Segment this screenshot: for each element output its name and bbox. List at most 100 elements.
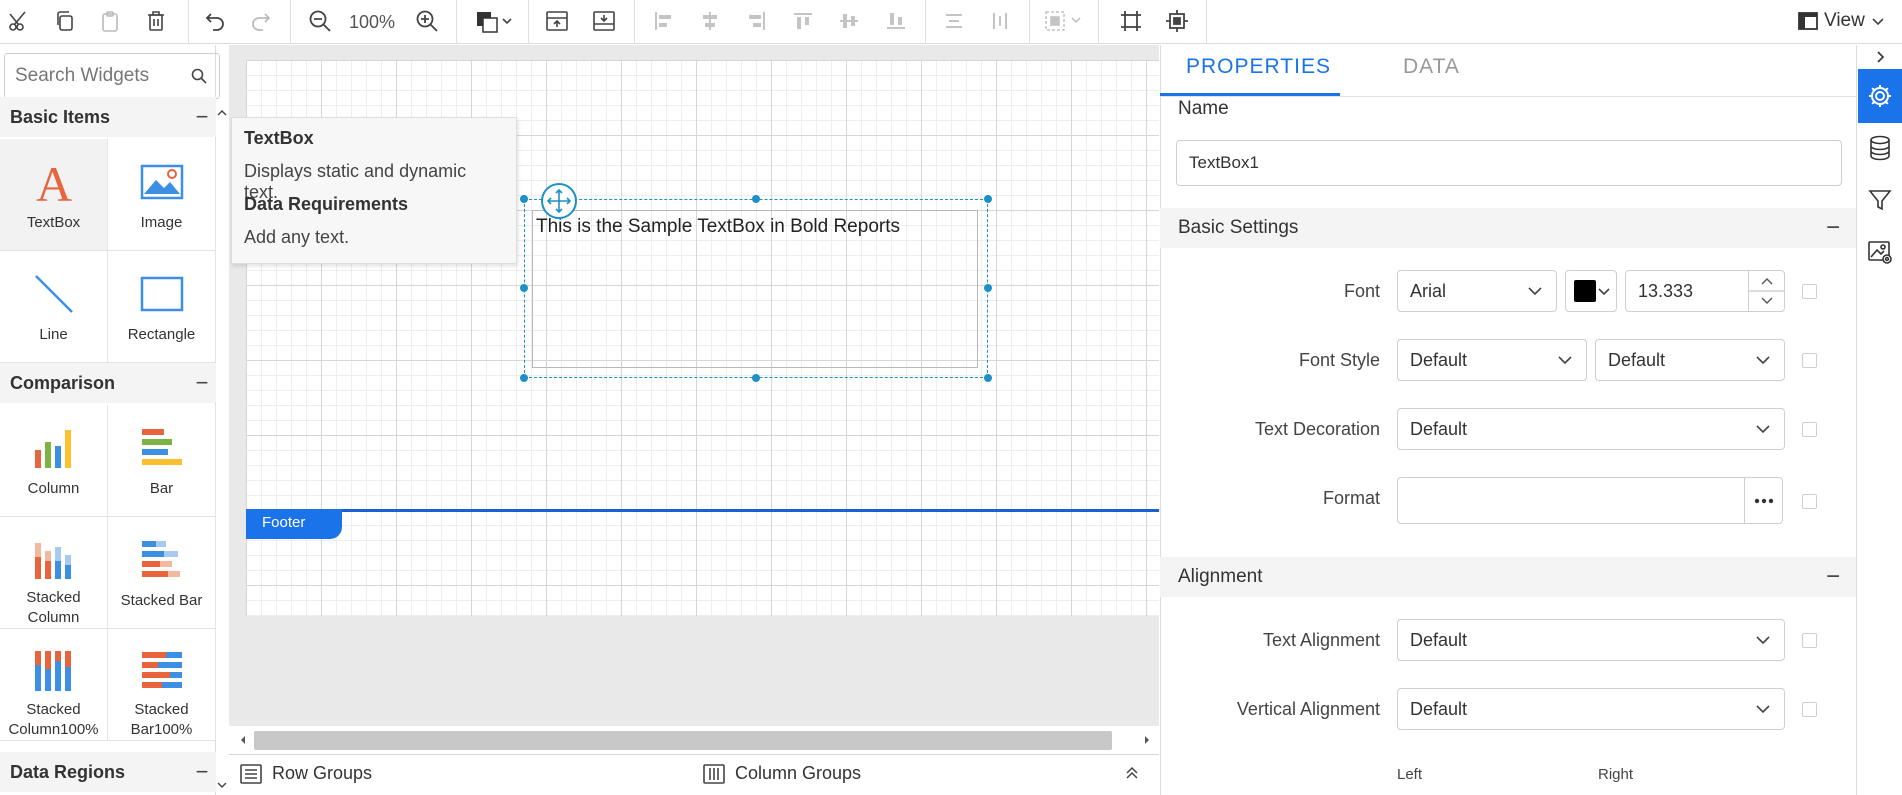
font-style-select[interactable]: Default bbox=[1397, 339, 1587, 381]
widget-bar[interactable]: Bar bbox=[108, 405, 216, 517]
footer-icon[interactable] bbox=[587, 4, 621, 38]
group-icon[interactable] bbox=[1040, 4, 1090, 38]
collapse-icon[interactable]: − bbox=[192, 104, 212, 130]
font-style-label: Font Style bbox=[1298, 350, 1380, 370]
align-right-icon[interactable] bbox=[740, 4, 774, 38]
search-input[interactable] bbox=[5, 65, 165, 87]
properties-gear-icon[interactable] bbox=[1858, 69, 1902, 123]
resize-handle[interactable] bbox=[752, 374, 760, 382]
widget-stacked-column[interactable]: Stacked Column bbox=[0, 517, 108, 629]
collapse-icon[interactable]: − bbox=[1826, 214, 1840, 242]
distribute-horizontal-icon[interactable] bbox=[937, 4, 971, 38]
cut-icon[interactable] bbox=[2, 4, 36, 38]
resize-handle[interactable] bbox=[520, 195, 528, 203]
widget-image[interactable]: Image bbox=[108, 139, 216, 251]
font-family-select[interactable]: Arial bbox=[1397, 270, 1557, 312]
stepper-buttons[interactable] bbox=[1748, 271, 1785, 311]
font-weight-select[interactable]: Default bbox=[1595, 339, 1785, 381]
row-groups-label: Row Groups bbox=[272, 763, 373, 783]
undo-icon[interactable] bbox=[198, 4, 232, 38]
resize-handle[interactable] bbox=[520, 284, 528, 292]
scrollbar-thumb[interactable] bbox=[254, 731, 1112, 750]
widget-column[interactable]: Column bbox=[0, 405, 108, 517]
text-decoration-checkbox[interactable] bbox=[1802, 422, 1817, 437]
expand-up-icon[interactable] bbox=[1124, 765, 1140, 781]
chevron-down-icon bbox=[1754, 700, 1772, 718]
widget-stacked-bar100[interactable]: Stacked Bar100% bbox=[108, 629, 216, 741]
vertical-alignment-value: Default bbox=[1410, 698, 1468, 719]
zoom-level[interactable]: 100% bbox=[340, 7, 404, 37]
align-top-icon[interactable] bbox=[786, 4, 820, 38]
data-source-icon[interactable] bbox=[1858, 122, 1902, 174]
widget-label: Stacked Bar bbox=[120, 592, 203, 609]
font-size-value: 13.333 bbox=[1638, 280, 1694, 301]
tab-properties[interactable]: PROPERTIES bbox=[1186, 55, 1331, 79]
text-alignment-checkbox[interactable] bbox=[1802, 633, 1817, 648]
text-decoration-label: Text Decoration bbox=[1254, 419, 1380, 439]
align-left-icon[interactable] bbox=[646, 4, 680, 38]
distribute-vertical-icon[interactable] bbox=[983, 4, 1017, 38]
vertical-alignment-select[interactable]: Default bbox=[1397, 688, 1785, 730]
resize-handle[interactable] bbox=[984, 284, 992, 292]
collapse-panel-icon[interactable] bbox=[1858, 46, 1902, 68]
resize-handle[interactable] bbox=[752, 195, 760, 203]
align-center-icon[interactable] bbox=[693, 4, 727, 38]
widget-textbox[interactable]: A TextBox bbox=[0, 139, 108, 251]
widget-stacked-bar[interactable]: Stacked Bar bbox=[108, 517, 216, 629]
center-icon[interactable] bbox=[1160, 4, 1194, 38]
font-color-picker[interactable] bbox=[1565, 270, 1617, 312]
redo-icon[interactable] bbox=[244, 4, 278, 38]
widget-rectangle[interactable]: Rectangle bbox=[108, 251, 216, 363]
category-data-regions[interactable]: Data Regions − bbox=[0, 752, 216, 792]
widget-stacked-column100[interactable]: Stacked Column100% bbox=[0, 629, 108, 741]
section-alignment[interactable]: Alignment − bbox=[1160, 557, 1856, 597]
category-comparison[interactable]: Comparison − bbox=[0, 363, 216, 403]
view-icon bbox=[1798, 12, 1818, 30]
font-style-checkbox[interactable] bbox=[1802, 353, 1817, 368]
more-options-icon[interactable] bbox=[1744, 478, 1782, 523]
collapse-icon[interactable]: − bbox=[1826, 563, 1840, 591]
filter-icon[interactable] bbox=[1858, 174, 1902, 226]
move-icon[interactable] bbox=[541, 183, 577, 219]
copy-icon[interactable] bbox=[48, 4, 82, 38]
header-icon[interactable] bbox=[540, 4, 574, 38]
widget-panel-scrollbar[interactable] bbox=[216, 105, 228, 795]
vertical-alignment-checkbox[interactable] bbox=[1802, 702, 1817, 717]
delete-icon[interactable] bbox=[139, 4, 173, 38]
stacked-bar-icon bbox=[140, 535, 184, 585]
column-groups-button[interactable]: Column Groups bbox=[703, 763, 861, 784]
font-checkbox[interactable] bbox=[1802, 284, 1817, 299]
row-groups-button[interactable]: Row Groups bbox=[240, 763, 372, 784]
font-size-stepper[interactable]: 13.333 bbox=[1625, 270, 1785, 312]
format-field[interactable] bbox=[1397, 477, 1783, 524]
search-box[interactable] bbox=[4, 53, 220, 99]
search-icon[interactable] bbox=[191, 68, 207, 84]
resize-handle[interactable] bbox=[984, 195, 992, 203]
align-bottom-icon[interactable] bbox=[879, 4, 913, 38]
zoom-in-icon[interactable] bbox=[410, 4, 444, 38]
fill-color-icon[interactable] bbox=[470, 4, 520, 38]
textbox-content[interactable]: This is the Sample TextBox in Bold Repor… bbox=[536, 216, 900, 238]
zoom-out-icon[interactable] bbox=[303, 4, 337, 38]
collapse-icon[interactable]: − bbox=[192, 370, 212, 396]
format-checkbox[interactable] bbox=[1802, 494, 1817, 509]
paste-icon[interactable] bbox=[93, 4, 127, 38]
view-button[interactable]: View bbox=[1798, 4, 1898, 38]
footer-label[interactable]: Footer bbox=[246, 509, 342, 539]
resize-handle[interactable] bbox=[984, 374, 992, 382]
section-basic-settings[interactable]: Basic Settings − bbox=[1160, 208, 1856, 248]
widget-label: Stacked Column100% bbox=[8, 701, 99, 738]
align-middle-icon[interactable] bbox=[832, 4, 866, 38]
text-decoration-select[interactable]: Default bbox=[1397, 408, 1785, 450]
widget-line[interactable]: Line bbox=[0, 251, 108, 363]
image-manager-icon[interactable] bbox=[1858, 226, 1902, 278]
name-field[interactable]: TextBox1 bbox=[1176, 140, 1842, 186]
tab-data[interactable]: DATA bbox=[1403, 55, 1460, 79]
category-basic-items[interactable]: Basic Items − bbox=[0, 97, 216, 137]
category-label: Comparison bbox=[10, 372, 116, 393]
stacked-column100-icon bbox=[32, 647, 76, 694]
fit-icon[interactable] bbox=[1114, 4, 1148, 38]
resize-handle[interactable] bbox=[520, 374, 528, 382]
text-alignment-select[interactable]: Default bbox=[1397, 619, 1785, 661]
collapse-icon[interactable]: − bbox=[192, 759, 212, 785]
